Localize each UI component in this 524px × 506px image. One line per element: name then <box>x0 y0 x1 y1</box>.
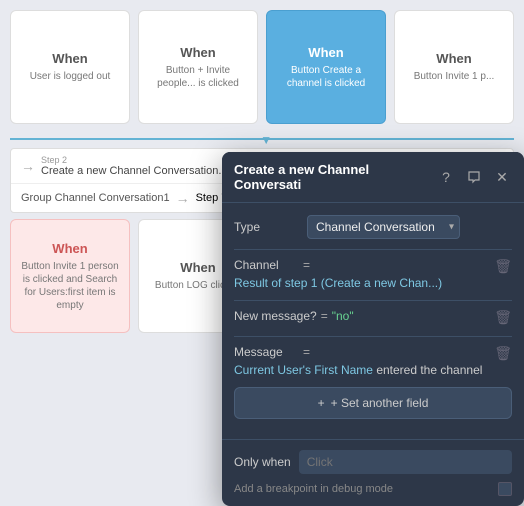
message-dynamic-part: Current User's First Name <box>234 363 373 377</box>
type-label: Type <box>234 220 299 234</box>
type-field-row: Type Channel Conversation <box>234 215 512 239</box>
step2-desc: Create a new Channel Conversation... <box>41 165 228 177</box>
card-desc: Button Invite 1 p... <box>414 70 495 83</box>
close-icon[interactable]: ✕ <box>492 167 512 187</box>
group-channel-node: Group Channel Conversation1 <box>21 192 170 204</box>
message-field-row: Message = Current User's First Name ente… <box>234 345 512 377</box>
divider-1 <box>234 249 512 250</box>
connector-arrow: ▼ <box>0 130 524 148</box>
message-value[interactable]: Current User's First Name entered the ch… <box>234 363 482 377</box>
workflow-card-2[interactable]: When Button + Invite people... is clicke… <box>138 10 258 124</box>
workflow-card-1[interactable]: When User is logged out <box>10 10 130 124</box>
divider-2 <box>234 300 512 301</box>
channel-trash-icon[interactable]: 🗑 <box>494 258 512 275</box>
cards-row-1: When User is logged out When Button + In… <box>0 0 524 130</box>
new-message-field-content: New message? = "no" <box>234 309 488 323</box>
only-when-row: Only when <box>234 450 512 474</box>
card-when-label: When <box>436 51 471 66</box>
message-equals: = <box>303 345 310 359</box>
channel-field-row: Channel = Result of step 1 (Create a new… <box>234 258 512 290</box>
breakpoint-checkbox[interactable] <box>498 482 512 496</box>
breakpoint-row: Add a breakpoint in debug mode <box>234 482 512 496</box>
add-field-button[interactable]: + + Set another field <box>234 387 512 419</box>
new-message-field-row: New message? = "no" 🗑 <box>234 309 512 326</box>
breakpoint-label: Add a breakpoint in debug mode <box>234 483 490 495</box>
create-channel-modal: Create a new Channel Conversati ? ✕ Type… <box>222 152 524 506</box>
workflow-card-4[interactable]: When Button Invite 1 p... <box>394 10 514 124</box>
card-when-label: When <box>180 45 215 60</box>
type-select[interactable]: Channel Conversation <box>307 215 460 239</box>
step2-arrow: → <box>21 158 35 174</box>
message-label: Message <box>234 345 299 359</box>
modal-header: Create a new Channel Conversati ? ✕ <box>222 152 524 203</box>
channel-value[interactable]: Result of step 1 (Create a new Chan...) <box>234 276 442 290</box>
mid-arrow: → <box>176 190 190 206</box>
new-message-equals: = <box>321 309 328 323</box>
card-when-label: When <box>308 45 343 60</box>
message-static-part: entered the channel <box>373 363 482 377</box>
plus-icon: + <box>318 396 325 410</box>
comment-icon[interactable] <box>464 167 484 187</box>
modal-header-icons: ? ✕ <box>436 167 512 187</box>
only-when-label: Only when <box>234 455 291 469</box>
card-when-label: When <box>180 260 215 275</box>
new-message-value[interactable]: "no" <box>332 309 354 323</box>
message-field-content: Message = Current User's First Name ente… <box>234 345 488 377</box>
card-when-label: When <box>52 241 87 256</box>
workflow-card-3[interactable]: When Button Create a channel is clicked <box>266 10 386 124</box>
modal-footer: Only when Add a breakpoint in debug mode <box>222 439 524 506</box>
modal-body: Type Channel Conversation Channel = Resu… <box>222 203 524 439</box>
channel-equals: = <box>303 258 310 272</box>
help-icon[interactable]: ? <box>436 167 456 187</box>
new-message-label: New message? <box>234 309 317 323</box>
new-message-trash-icon[interactable]: 🗑 <box>494 309 512 326</box>
card-desc: User is logged out <box>30 70 111 83</box>
card-desc: Button Create a channel is clicked <box>275 64 377 90</box>
workflow-card-5[interactable]: When Button Invite 1 person is clicked a… <box>10 219 130 333</box>
divider-3 <box>234 336 512 337</box>
channel-field-content: Channel = Result of step 1 (Create a new… <box>234 258 488 290</box>
type-select-wrapper[interactable]: Channel Conversation <box>307 215 460 239</box>
modal-title: Create a new Channel Conversati <box>234 162 436 192</box>
card-desc: Button + Invite people... is clicked <box>147 64 249 90</box>
message-trash-icon[interactable]: 🗑 <box>494 345 512 362</box>
add-field-label: + Set another field <box>331 396 429 410</box>
channel-label: Channel <box>234 258 299 272</box>
card-desc: Button Invite 1 person is clicked and Se… <box>19 260 121 312</box>
card-when-label: When <box>52 51 87 66</box>
only-when-input[interactable] <box>299 450 512 474</box>
